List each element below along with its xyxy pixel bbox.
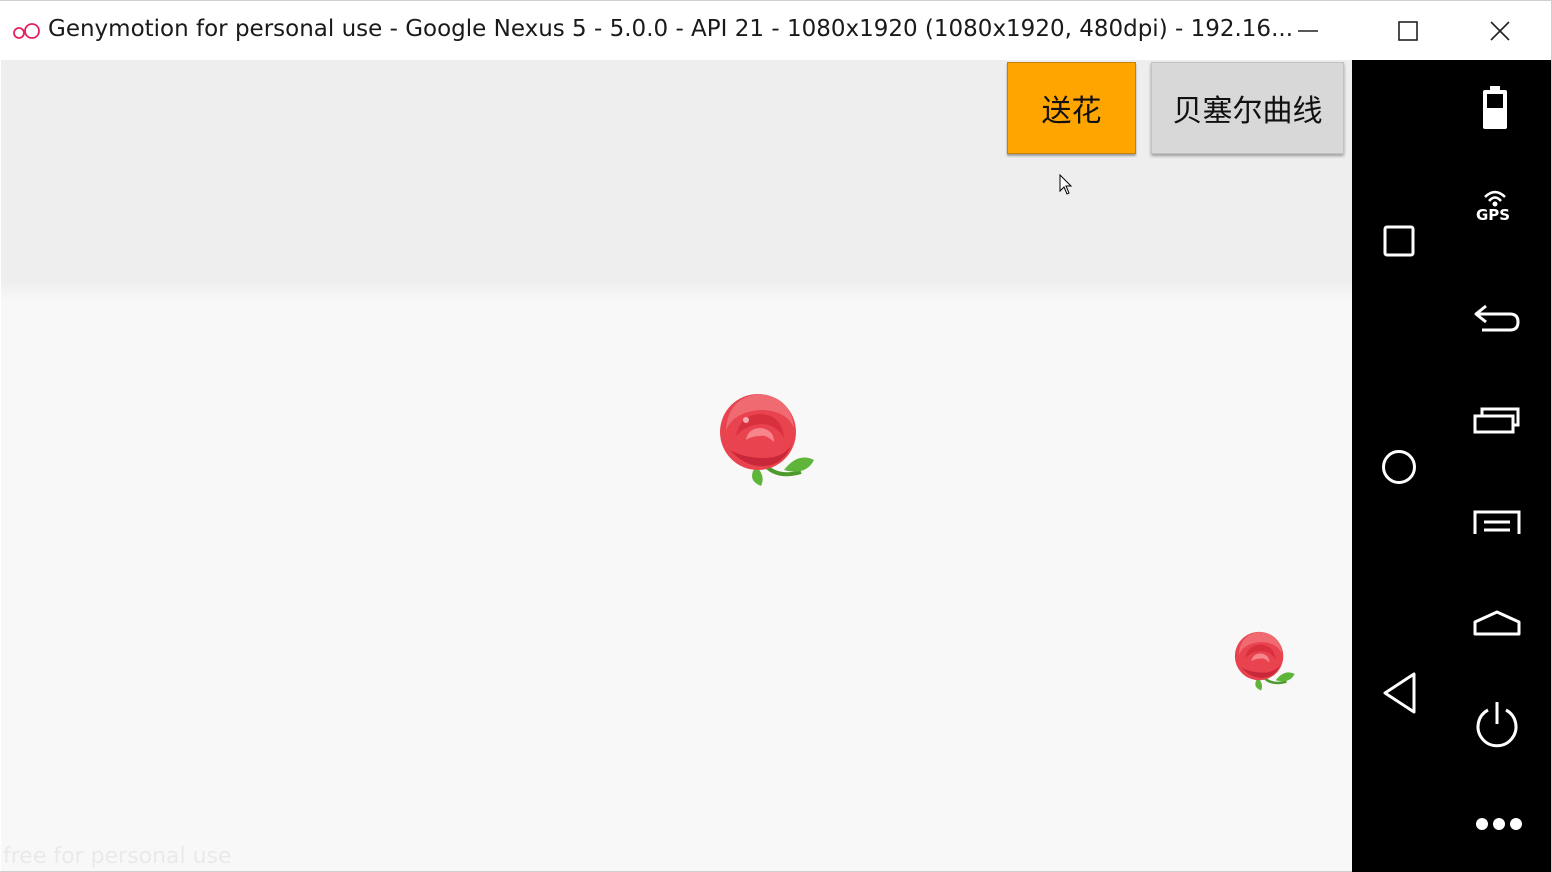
menu-icon[interactable] bbox=[1472, 506, 1522, 536]
minimize-icon bbox=[1298, 30, 1318, 32]
android-navigation-bar bbox=[1352, 60, 1446, 872]
home-icon[interactable] bbox=[1472, 608, 1522, 638]
emulator-screen[interactable]: 送花 贝塞尔曲线 free for personal use bbox=[1, 60, 1352, 871]
recents-square-icon[interactable] bbox=[1382, 224, 1416, 258]
gps-icon bbox=[1484, 190, 1506, 207]
home-circle-icon[interactable] bbox=[1380, 448, 1418, 486]
window-title: Genymotion for personal use - Google Nex… bbox=[48, 16, 1293, 42]
rose-icon bbox=[1234, 631, 1295, 691]
send-flower-label: 送花 bbox=[1041, 94, 1102, 129]
more-dots-icon[interactable] bbox=[1474, 816, 1524, 832]
send-flower-button[interactable]: 送花 bbox=[1007, 62, 1136, 154]
genymotion-logo-icon bbox=[13, 23, 40, 39]
gps-label: GPS bbox=[1475, 206, 1511, 224]
app-header-area bbox=[1, 60, 1352, 300]
maximize-icon bbox=[1398, 21, 1418, 41]
back-triangle-icon[interactable] bbox=[1380, 670, 1420, 716]
gps-button[interactable]: GPS bbox=[1470, 186, 1520, 230]
close-icon bbox=[1490, 21, 1510, 41]
power-icon[interactable] bbox=[1474, 700, 1520, 748]
close-button[interactable] bbox=[1454, 1, 1546, 61]
bezier-curve-label: 贝塞尔曲线 bbox=[1172, 94, 1323, 129]
mouse-pointer-icon bbox=[1059, 174, 1073, 195]
battery-icon[interactable] bbox=[1482, 86, 1508, 130]
window-title-bar: Genymotion for personal use - Google Nex… bbox=[0, 0, 1552, 60]
back-arrow-icon[interactable] bbox=[1472, 300, 1522, 336]
recent-apps-icon[interactable] bbox=[1472, 404, 1522, 436]
bezier-curve-button[interactable]: 贝塞尔曲线 bbox=[1151, 62, 1344, 154]
genymotion-side-toolbar: GPS bbox=[1446, 60, 1551, 872]
rose-icon bbox=[720, 394, 814, 486]
minimize-button[interactable] bbox=[1262, 1, 1354, 61]
watermark-text: free for personal use bbox=[3, 844, 232, 869]
maximize-button[interactable] bbox=[1362, 1, 1454, 61]
